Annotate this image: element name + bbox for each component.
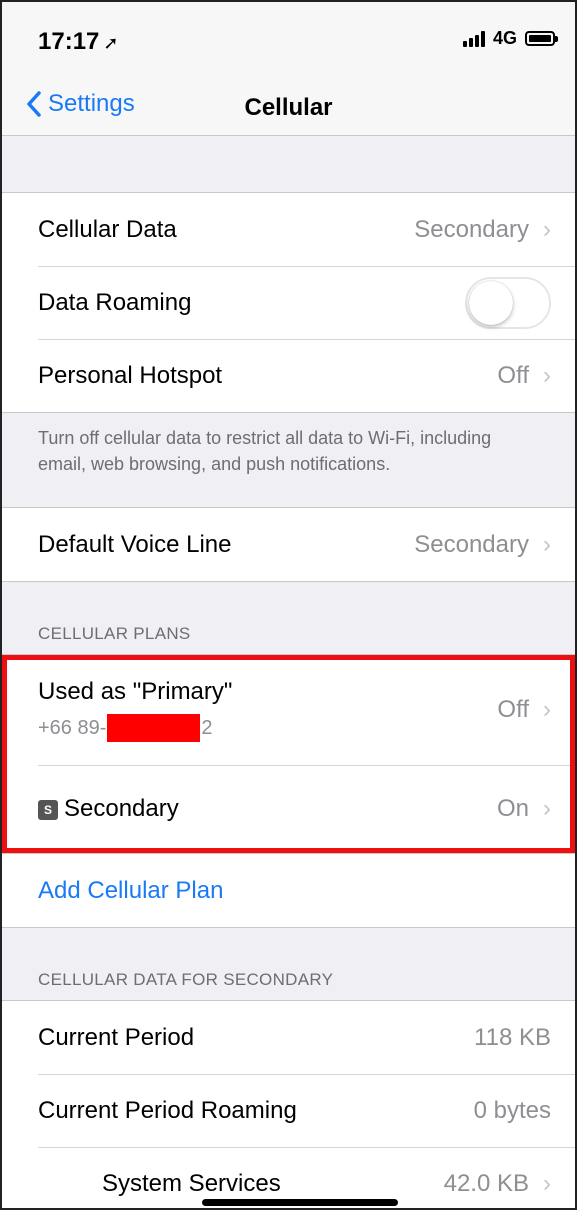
personal-hotspot-row[interactable]: Personal Hotspot Off › bbox=[2, 339, 575, 412]
sim-badge-icon: S bbox=[38, 799, 58, 820]
status-time: 17:17 ➚ bbox=[38, 28, 118, 56]
chevron-right-icon: › bbox=[543, 361, 551, 389]
usage-group: Current Period 118 KB Current Period Roa… bbox=[2, 1000, 575, 1208]
row-label: Data Roaming bbox=[38, 288, 192, 316]
row-value: 0 bytes bbox=[473, 1096, 551, 1124]
time-text: 17:17 bbox=[38, 28, 100, 55]
row-label: Current Period Roaming bbox=[38, 1096, 297, 1124]
status-bar: 17:17 ➚ 4G bbox=[2, 2, 575, 80]
secondary-plan-row[interactable]: S Secondary On › bbox=[2, 765, 575, 853]
current-period-row: Current Period 118 KB bbox=[2, 1001, 575, 1074]
cellular-data-footnote: Turn off cellular data to restrict all d… bbox=[38, 428, 492, 474]
number-prefix: +66 89- bbox=[38, 716, 107, 739]
chevron-right-icon: › bbox=[543, 215, 551, 243]
cellular-plans-group: Used as "Primary" +66 89- 2 Off › S Second… bbox=[2, 654, 575, 854]
add-plan-group: Add Cellular Plan bbox=[2, 854, 575, 928]
plan-text: Used as "Primary" +66 89- 2 bbox=[38, 678, 497, 742]
row-label: S Secondary bbox=[38, 795, 497, 823]
cellular-settings-group: Cellular Data Secondary › Data Roaming P… bbox=[2, 192, 575, 413]
number-suffix: 2 bbox=[201, 716, 213, 739]
row-label: Default Voice Line bbox=[38, 530, 232, 558]
row-label: Cellular Data bbox=[38, 215, 177, 243]
battery-icon bbox=[525, 31, 558, 46]
primary-plan-row[interactable]: Used as "Primary" +66 89- 2 Off › bbox=[2, 655, 575, 765]
row-value: 42.0 KB bbox=[443, 1169, 529, 1197]
status-icons: 4G bbox=[462, 28, 558, 49]
redaction-block bbox=[107, 714, 201, 742]
row-value: On bbox=[496, 795, 529, 822]
add-cellular-plan-button[interactable]: Add Cellular Plan bbox=[2, 854, 575, 927]
chevron-right-icon: › bbox=[543, 1169, 551, 1197]
usage-header: CELLULAR DATA FOR SECONDARY bbox=[38, 970, 334, 989]
data-roaming-row: Data Roaming bbox=[2, 266, 575, 339]
data-roaming-toggle[interactable] bbox=[465, 276, 551, 329]
row-label: Personal Hotspot bbox=[38, 361, 223, 389]
cellular-plans-header: CELLULAR PLANS bbox=[38, 624, 191, 643]
plan-label: Secondary bbox=[64, 795, 179, 822]
phone-number: +66 89- 2 bbox=[38, 714, 497, 742]
row-value: 118 KB bbox=[474, 1023, 551, 1051]
default-voice-line-row[interactable]: Default Voice Line Secondary › bbox=[2, 508, 575, 581]
page-title: Cellular bbox=[244, 94, 333, 121]
row-value: Off bbox=[497, 361, 529, 389]
current-period-roaming-row: Current Period Roaming 0 bytes bbox=[2, 1074, 575, 1147]
chevron-right-icon: › bbox=[543, 530, 551, 558]
network-type: 4G bbox=[492, 28, 517, 48]
row-value: Secondary bbox=[414, 215, 529, 243]
location-arrow-icon: ➚ bbox=[103, 33, 119, 53]
phone-screen: 17:17 ➚ 4G Settings Cellular Cellular Dat… bbox=[0, 0, 577, 1210]
home-indicator[interactable] bbox=[202, 1199, 398, 1206]
voice-line-group: Default Voice Line Secondary › bbox=[2, 507, 575, 582]
row-value: Secondary bbox=[414, 530, 529, 558]
signal-icon bbox=[462, 30, 485, 47]
cellular-data-row[interactable]: Cellular Data Secondary › bbox=[2, 193, 575, 266]
chevron-right-icon: › bbox=[543, 795, 551, 822]
toggle-knob bbox=[469, 280, 513, 325]
navigation-bar: Settings Cellular bbox=[2, 80, 575, 136]
plan-title: Used as "Primary" bbox=[38, 678, 233, 705]
row-label: System Services bbox=[102, 1169, 281, 1197]
row-value: Off bbox=[497, 696, 529, 723]
chevron-right-icon: › bbox=[543, 696, 551, 723]
row-label: Current Period bbox=[38, 1023, 195, 1051]
